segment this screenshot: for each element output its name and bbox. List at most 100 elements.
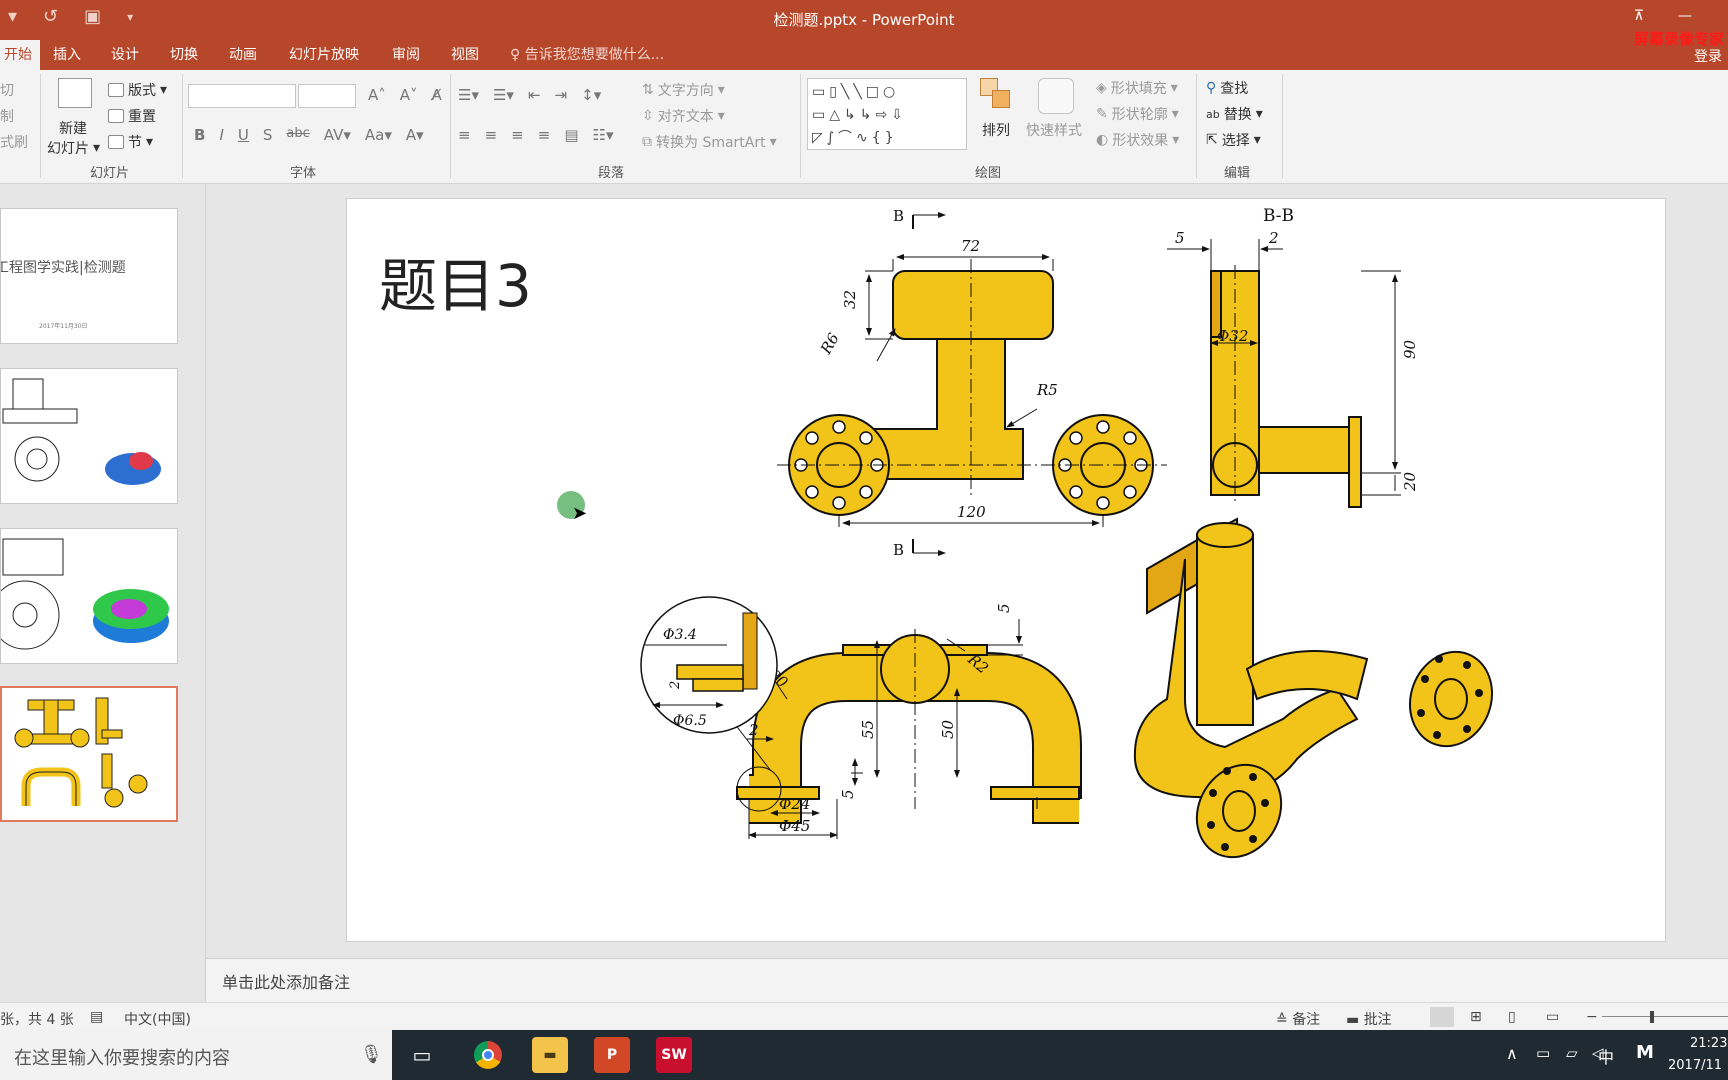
minimize-button[interactable]: — — [1678, 8, 1692, 24]
format-painter-button[interactable]: 式刷 — [0, 132, 28, 152]
new-slide-icon[interactable] — [58, 78, 92, 108]
group-label-slides: 幻灯片 — [90, 166, 130, 181]
change-case-icon[interactable]: Aa▾ — [365, 126, 392, 144]
shrink-font-icon[interactable]: A˅ — [400, 86, 418, 104]
powerpoint-icon[interactable]: P — [594, 1037, 630, 1073]
slide-thumbnail-3[interactable] — [0, 528, 178, 664]
bullets-icon[interactable]: ☰▾ — [458, 86, 479, 104]
align-text-button[interactable]: ⇳ 对齐文本 ▾ — [642, 106, 725, 126]
shapes-gallery[interactable]: ▭▯╲╲□○ ▭△↳↳⇨⇩ ◸∫⌒∿{} — [807, 78, 967, 150]
slide-thumbnail-4[interactable] — [0, 686, 178, 822]
new-slide-label1[interactable]: 新建 — [59, 118, 87, 138]
align-right-icon[interactable]: ≡ — [511, 126, 524, 144]
normal-view-button[interactable] — [1430, 1007, 1454, 1027]
smartart-button[interactable]: ⧉ 转换为 SmartArt ▾ — [642, 132, 777, 152]
network-icon[interactable]: ▱ — [1566, 1044, 1578, 1062]
chrome-icon[interactable] — [470, 1037, 506, 1073]
slide-thumbnail-1[interactable]: 工程图学实践|检测题 2017年11月30日 — [0, 208, 178, 344]
font-color-icon[interactable]: A▾ — [406, 126, 424, 144]
tab-slideshow[interactable]: 幻灯片放映 — [289, 44, 359, 64]
ime-mode-indicator[interactable]: M — [1636, 1042, 1654, 1063]
arrange-icon[interactable] — [980, 78, 1014, 112]
slideshow-icon[interactable]: ▭ — [1546, 1009, 1559, 1025]
comments-toggle[interactable]: ▬ 批注 — [1346, 1009, 1392, 1029]
battery-icon[interactable]: ▭ — [1536, 1044, 1550, 1062]
new-slide-label2[interactable]: 幻灯片 ▾ — [47, 138, 100, 158]
shadow-icon[interactable]: S — [263, 126, 273, 144]
login-link[interactable]: 登录 — [1694, 46, 1722, 66]
font-size-combo[interactable] — [298, 84, 356, 108]
justify-icon[interactable]: ≡ — [538, 126, 551, 144]
char-spacing-icon[interactable]: AV▾ — [324, 126, 351, 144]
shape-fill-button[interactable]: ◈ 形状填充 ▾ — [1096, 78, 1178, 98]
layout-button[interactable]: 版式 ▾ — [108, 80, 167, 100]
group-label-editing: 编辑 — [1224, 166, 1251, 181]
align-center-icon[interactable]: ≡ — [485, 126, 498, 144]
ribbon-display-icon[interactable]: ⊼ — [1634, 8, 1644, 24]
notes-pane[interactable]: 单击此处添加备注 — [206, 958, 1728, 1002]
slide-thumbnail-2[interactable] — [0, 368, 178, 504]
underline-icon[interactable]: U — [238, 126, 249, 144]
reading-view-icon[interactable]: ▯ — [1508, 1009, 1516, 1025]
tray-chevron-icon[interactable]: ∧ — [1506, 1044, 1518, 1063]
ime-indicator[interactable]: 中 — [1598, 1044, 1614, 1068]
file-explorer-icon[interactable]: ▬ — [532, 1037, 568, 1073]
align-left-icon[interactable]: ≡ — [458, 126, 471, 144]
tab-home[interactable]: 开始 — [0, 40, 40, 70]
zoom-slider-thumb[interactable] — [1650, 1011, 1654, 1023]
microphone-icon[interactable]: 🎙 — [360, 1044, 383, 1065]
slide-canvas[interactable]: 题目3 B B 72 32 R6 R5 120 B-B 5 2 Φ32 90 2… — [346, 198, 1666, 942]
italic-icon[interactable]: I — [219, 126, 223, 144]
shape-outline-button[interactable]: ✎ 形状轮廓 ▾ — [1096, 104, 1179, 124]
shape-effects-button[interactable]: ◐ 形状效果 ▾ — [1096, 130, 1179, 150]
line-spacing-icon[interactable]: ↕▾ — [581, 86, 601, 104]
reset-button[interactable]: 重置 — [108, 106, 156, 126]
increase-indent-icon[interactable]: ⇥ — [555, 86, 568, 104]
tab-review[interactable]: 审阅 — [392, 44, 420, 64]
quick-styles-icon[interactable] — [1038, 78, 1074, 114]
replace-button[interactable]: ab 替换 ▾ — [1206, 104, 1263, 124]
language-status[interactable]: 中文(中国) — [124, 1009, 191, 1029]
cut-button[interactable]: 切 — [0, 80, 14, 100]
tell-me-box[interactable]: ♀ 告诉我您想要做什么... — [510, 44, 664, 64]
decrease-indent-icon[interactable]: ⇤ — [528, 86, 541, 104]
strikethrough-icon[interactable]: abc — [286, 126, 309, 144]
dim-phi24: Φ24 — [779, 795, 810, 813]
clock-date[interactable]: 2017/11 — [1668, 1058, 1722, 1073]
slide-sorter-icon[interactable]: ⊞ — [1470, 1009, 1482, 1025]
tab-animations[interactable]: 动画 — [229, 44, 257, 64]
font-size-controls: A˄ A˅ A̸ — [368, 86, 442, 104]
zoom-out-icon[interactable]: − — [1586, 1009, 1598, 1025]
spellcheck-icon[interactable]: ▤ — [90, 1009, 103, 1025]
font-name-combo[interactable] — [188, 84, 296, 108]
copy-button[interactable]: 制 — [0, 106, 14, 126]
text-direction-button[interactable]: ⇅ 文字方向 ▾ — [642, 80, 725, 100]
solidworks-icon[interactable]: SW — [656, 1037, 692, 1073]
select-button[interactable]: ⇱ 选择 ▾ — [1206, 130, 1261, 150]
distributed-icon[interactable]: ▤ — [564, 126, 578, 144]
clock-time[interactable]: 21:23 — [1690, 1036, 1727, 1051]
section-mark-top: B — [893, 207, 904, 225]
numbering-icon[interactable]: ☰▾ — [493, 86, 514, 104]
tab-insert[interactable]: 插入 — [53, 44, 81, 64]
tab-view[interactable]: 视图 — [451, 44, 479, 64]
zoom-slider[interactable] — [1602, 1016, 1728, 1017]
slide-count: 张，共 4 张 — [0, 1012, 74, 1028]
arrange-button[interactable]: 排列 — [982, 120, 1010, 140]
grow-font-icon[interactable]: A˄ — [368, 86, 386, 104]
window-title: 检测题.pptx - PowerPoint — [773, 11, 955, 29]
slide-thumbnails-pane[interactable]: 工程图学实践|检测题 2017年11月30日 — [0, 184, 206, 1004]
tab-design[interactable]: 设计 — [111, 44, 139, 64]
bold-icon[interactable]: B — [194, 126, 205, 144]
find-button[interactable]: ⚲ 查找 — [1206, 78, 1248, 98]
tab-transitions[interactable]: 切换 — [170, 44, 198, 64]
quick-styles-button[interactable]: 快速样式 — [1026, 120, 1082, 140]
task-view-icon[interactable]: ▭ — [404, 1037, 440, 1073]
notes-toggle[interactable]: ≙ 备注 — [1276, 1009, 1320, 1029]
columns-icon[interactable]: ☷▾ — [593, 126, 614, 144]
section-button[interactable]: 节 ▾ — [108, 132, 153, 152]
clear-format-icon[interactable]: A̸ — [432, 86, 442, 104]
bottom-flange-right — [990, 786, 1080, 800]
taskbar-search[interactable]: 在这里输入你要搜索的内容 🎙 — [0, 1030, 392, 1080]
engineering-drawing[interactable]: B B 72 32 R6 R5 120 B-B 5 2 Φ32 90 20 5 … — [347, 199, 1667, 943]
